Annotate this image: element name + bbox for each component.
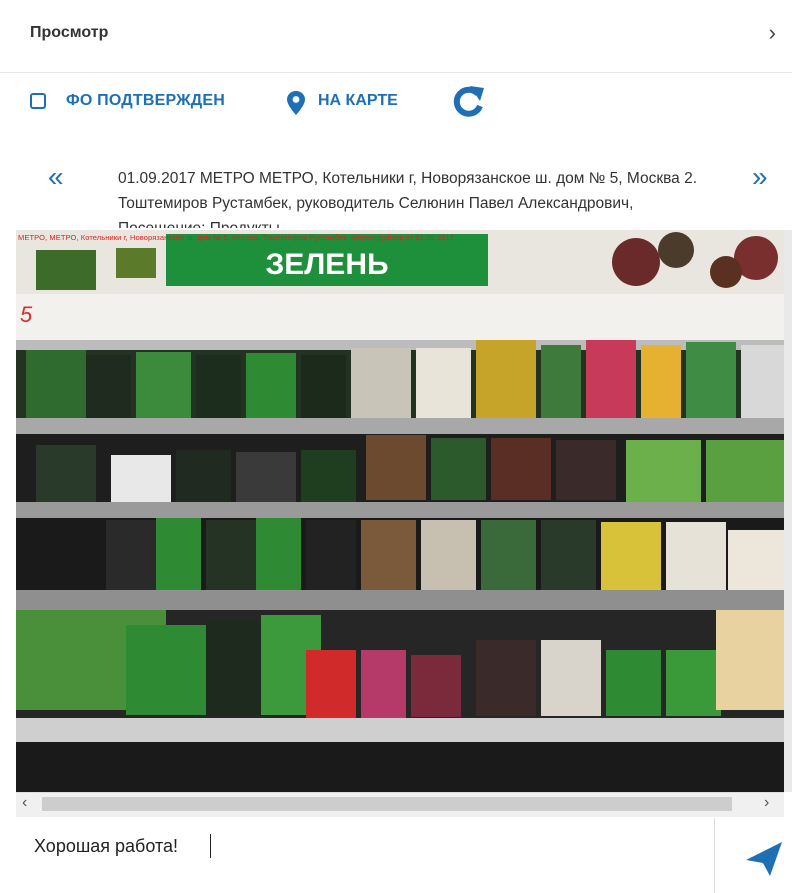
visit-description-text: 01.09.2017 МЕТРО МЕТРО, Котельники г, Но… [118, 170, 698, 228]
prev-photo-button[interactable]: « [48, 163, 64, 191]
chevron-right-icon[interactable]: › [769, 22, 776, 44]
confirmed-label[interactable]: ФО ПОДТВЕРЖДЕН [66, 92, 225, 110]
scroll-left-icon[interactable]: ‹ [22, 794, 27, 812]
photo-view-panel: Просмотр › ФО ПОДТВЕРЖДЕН НА КАРТЕ « 01.… [0, 0, 792, 893]
panel-title: Просмотр [30, 24, 109, 41]
photo-overlay-caption: МЕТРО, МЕТРО, Котельники г, Новорязанско… [18, 233, 455, 242]
sign-text: ЗЕЛЕНЬ [265, 248, 388, 281]
comment-input-text[interactable]: Хорошая работа! [34, 836, 178, 857]
horizontal-scroll-thumb[interactable] [42, 797, 732, 811]
vertical-scrollbar[interactable] [784, 230, 792, 792]
confirmed-checkbox[interactable] [30, 93, 46, 109]
shelf-photo-image: ЗЕЛЕНЬ 5 [16, 230, 784, 792]
next-photo-button[interactable]: » [752, 163, 768, 191]
refresh-icon[interactable] [448, 82, 488, 122]
scroll-right-icon[interactable]: › [764, 794, 769, 812]
map-pin-icon[interactable] [286, 90, 306, 116]
price-tag-text: 5 [20, 302, 33, 327]
on-map-link[interactable]: НА КАРТЕ [318, 92, 398, 110]
panel-header[interactable]: Просмотр › [0, 0, 792, 73]
text-caret [210, 834, 211, 858]
shelf-photo: ЗЕЛЕНЬ 5 [16, 230, 784, 792]
send-icon[interactable] [744, 838, 784, 878]
